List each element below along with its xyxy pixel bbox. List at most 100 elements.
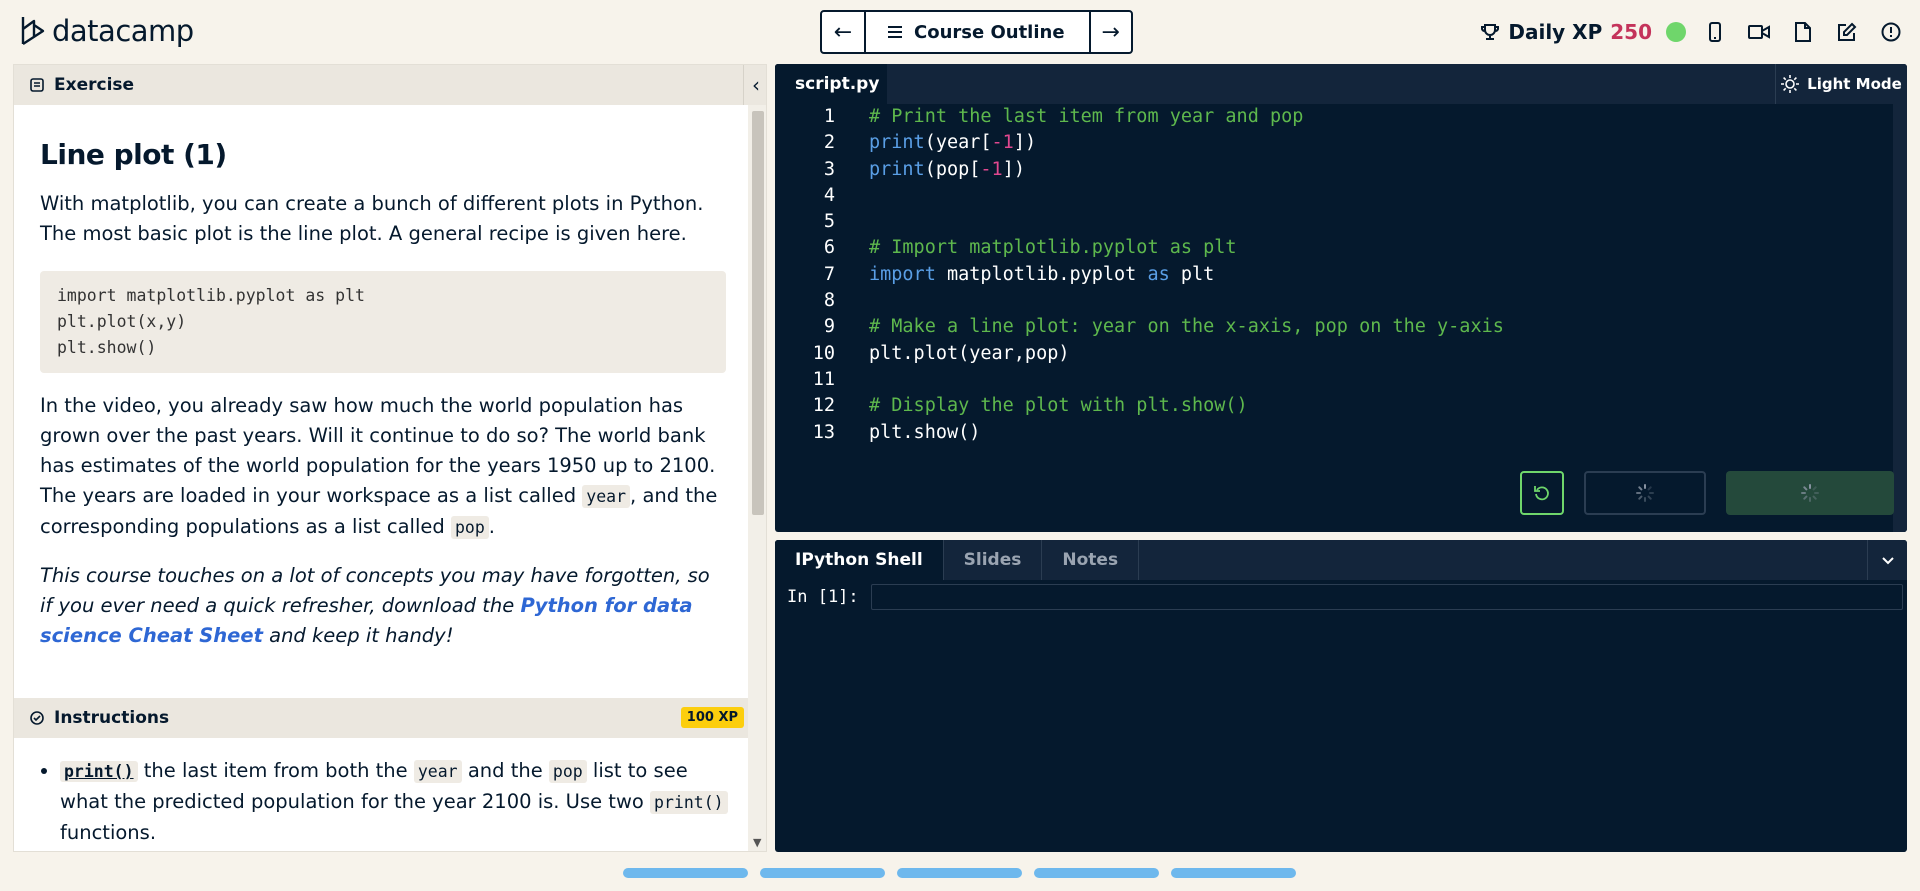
- exercise-progress: [623, 868, 1296, 878]
- editor-scrollbar[interactable]: [1893, 104, 1907, 532]
- exercise-header-label: Exercise: [54, 75, 135, 95]
- instruction-item: print() the last item from both the year…: [60, 756, 730, 848]
- file-tab-script[interactable]: script.py: [775, 64, 887, 104]
- chevron-left-icon: ‹: [752, 73, 760, 97]
- shell-input[interactable]: [870, 584, 1903, 610]
- collapse-console-button[interactable]: [1867, 540, 1907, 580]
- code-line: import matplotlib.pyplot as plt: [57, 286, 365, 305]
- progress-segment[interactable]: [623, 868, 748, 878]
- tab-notes[interactable]: Notes: [1042, 540, 1140, 580]
- daily-xp-label: Daily XP: [1508, 20, 1603, 44]
- inline-code-print: print(): [650, 791, 728, 814]
- course-outline-button[interactable]: Course Outline: [864, 12, 1089, 52]
- loading-spinner-icon: [1636, 484, 1654, 502]
- exercise-intro: With matplotlib, you can create a bunch …: [40, 192, 704, 245]
- code-line: 1 # Print the last item from year and pop: [823, 106, 1304, 127]
- instructions-list: print() the last item from both the year…: [40, 756, 730, 848]
- course-outline-label: Course Outline: [914, 21, 1065, 43]
- scrollbar-thumb[interactable]: [752, 111, 764, 515]
- document-icon: [1795, 22, 1811, 42]
- collapse-panel-button[interactable]: ‹: [743, 65, 766, 105]
- inline-code-year: year: [582, 485, 631, 508]
- arrow-left-icon: ←: [833, 19, 853, 45]
- progress-segment[interactable]: [897, 868, 1022, 878]
- loading-spinner-icon: [1801, 484, 1819, 502]
- menu-icon: [888, 26, 902, 38]
- info-icon: [1881, 22, 1901, 42]
- code-line: 11: [812, 368, 835, 390]
- exercise-icon: [30, 78, 44, 92]
- code-area[interactable]: 1 # Print the last item from year and pop…: [775, 104, 1893, 446]
- slides-button[interactable]: [1788, 17, 1818, 47]
- code-line: 7 import matplotlib.pyplot as plt: [823, 263, 1215, 285]
- reset-code-button[interactable]: [1520, 471, 1564, 515]
- code-line: 10 plt.plot(year,pop): [812, 342, 1070, 364]
- datacamp-logo-icon: [21, 17, 45, 46]
- code-line: 4: [823, 184, 835, 206]
- video-icon: [1748, 25, 1770, 39]
- code-line: 13 plt.show(): [812, 421, 981, 443]
- course-navigation: ← Course Outline →: [820, 10, 1133, 54]
- chevron-down-icon: [1881, 557, 1894, 565]
- example-code-block: import matplotlib.pyplot as plt plt.plot…: [40, 271, 726, 373]
- submit-answer-button[interactable]: [1726, 471, 1894, 515]
- sun-icon: [1781, 75, 1800, 93]
- inline-code-year: year: [413, 760, 462, 783]
- mobile-button[interactable]: [1700, 17, 1730, 47]
- top-bar: datacamp ← Course Outline → Daily XP 250: [0, 0, 1920, 64]
- reset-icon: [1534, 486, 1549, 501]
- scroll-down-arrow-icon[interactable]: ▼: [753, 836, 761, 849]
- code-line: 5: [823, 211, 835, 233]
- exercise-scrollbar[interactable]: ▼: [748, 105, 766, 851]
- video-button[interactable]: [1744, 17, 1774, 47]
- daily-xp-value: 250: [1610, 20, 1652, 44]
- tab-slides[interactable]: Slides: [944, 540, 1043, 580]
- check-circle-icon: [30, 711, 44, 725]
- feedback-button[interactable]: [1832, 17, 1862, 47]
- code-line: 8: [823, 290, 835, 312]
- edit-icon: [1838, 22, 1857, 41]
- code-line: 12 # Display the plot with plt.show(): [812, 395, 1248, 417]
- next-exercise-button[interactable]: →: [1088, 12, 1131, 52]
- logo-text: datacamp: [52, 14, 194, 48]
- progress-segment[interactable]: [1171, 868, 1296, 878]
- light-mode-toggle[interactable]: Light Mode: [1775, 64, 1907, 104]
- light-mode-label: Light Mode: [1807, 75, 1902, 93]
- code-line: 2 print(year[-1]): [823, 132, 1037, 154]
- daily-xp[interactable]: Daily XP 250: [1480, 20, 1652, 44]
- code-line: 6 # Import matplotlib.pyplot as plt: [823, 237, 1237, 259]
- print-function-link[interactable]: print(): [60, 761, 138, 782]
- instructions-header: Instructions 100 XP: [14, 698, 748, 738]
- progress-segment[interactable]: [760, 868, 885, 878]
- editor-tab-bar: script.py Light Mode: [775, 64, 1907, 104]
- exercise-header: Exercise: [14, 65, 766, 105]
- code-line: plt.show(): [57, 338, 157, 357]
- code-line: 9 # Make a line plot: year on the x-axis,…: [823, 316, 1504, 338]
- previous-exercise-button[interactable]: ←: [822, 12, 864, 52]
- mobile-icon: [1709, 22, 1721, 42]
- inline-code-pop: pop: [450, 516, 489, 539]
- code-line: 3 print(pop[-1]): [823, 158, 1025, 180]
- exercise-title: Line plot (1): [40, 138, 227, 171]
- console-panel: IPython Shell Slides Notes In [1]:: [775, 540, 1907, 852]
- console-tab-bar: IPython Shell Slides Notes: [775, 540, 1907, 580]
- info-button[interactable]: [1876, 17, 1906, 47]
- arrow-right-icon: →: [1101, 19, 1120, 45]
- trophy-icon: [1481, 24, 1500, 40]
- code-editor: script.py Light Mode 1 # Print the last i…: [775, 64, 1907, 532]
- connection-status-indicator: [1666, 22, 1686, 42]
- run-code-button[interactable]: [1584, 471, 1706, 515]
- code-line: plt.plot(x,y): [57, 312, 187, 331]
- shell-prompt-row: In [1]:: [787, 580, 1903, 614]
- inline-code-pop: pop: [548, 760, 587, 783]
- shell-prompt: In [1]:: [787, 587, 859, 607]
- exercise-content: Line plot (1) With matplotlib, you can c…: [40, 105, 726, 651]
- instructions-label: Instructions: [54, 708, 170, 728]
- cheat-sheet-tip: This course touches on a lot of concepts…: [40, 564, 710, 647]
- exercise-context: In the video, you already saw how much t…: [40, 394, 718, 539]
- xp-badge: 100 XP: [680, 707, 744, 728]
- progress-segment[interactable]: [1034, 868, 1159, 878]
- datacamp-logo[interactable]: datacamp: [20, 14, 194, 48]
- tab-ipython-shell[interactable]: IPython Shell: [775, 540, 944, 580]
- header-tools: Daily XP 250: [1480, 14, 1906, 50]
